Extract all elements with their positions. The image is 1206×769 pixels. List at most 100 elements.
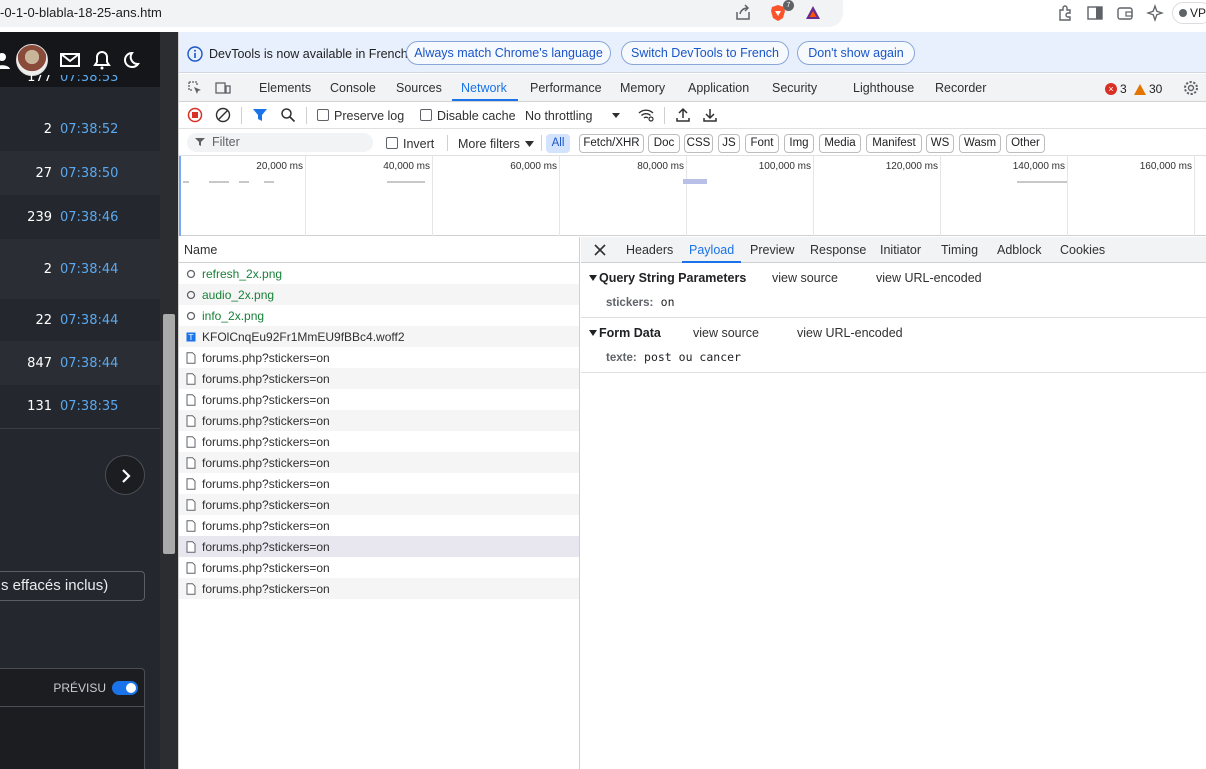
brave-rewards-icon[interactable] bbox=[804, 4, 822, 22]
network-conditions-icon[interactable] bbox=[638, 107, 654, 123]
topic-row[interactable]: 847 07:38:44 bbox=[0, 341, 160, 385]
form-data-toggle[interactable]: Form Data bbox=[589, 326, 661, 340]
tab-response[interactable]: Response bbox=[810, 243, 866, 257]
tab-lighthouse[interactable]: Lighthouse bbox=[853, 81, 914, 95]
avatar[interactable] bbox=[16, 44, 48, 76]
error-counter[interactable]: × 3 bbox=[1105, 82, 1127, 96]
topic-row[interactable]: 27 07:38:50 bbox=[0, 151, 160, 195]
switch-french-button[interactable]: Switch DevTools to French bbox=[621, 41, 789, 65]
filter-input[interactable]: Filter bbox=[187, 133, 373, 152]
query-string-toggle[interactable]: Query String Parameters bbox=[589, 271, 746, 285]
export-har-icon[interactable] bbox=[702, 107, 718, 123]
import-har-icon[interactable] bbox=[675, 107, 691, 123]
scrollbar-thumb[interactable] bbox=[163, 314, 175, 554]
tab-application[interactable]: Application bbox=[688, 81, 749, 95]
request-row[interactable]: audio_2x.png bbox=[179, 284, 579, 305]
tab-performance[interactable]: Performance bbox=[530, 81, 602, 95]
request-row[interactable]: refresh_2x.png bbox=[179, 263, 579, 284]
address-bar[interactable]: -0-1-0-blabla-18-25-ans.htm 7 bbox=[0, 0, 843, 27]
request-row[interactable]: forums.php?stickers=on bbox=[179, 536, 579, 557]
stop-recording-icon[interactable] bbox=[187, 107, 203, 123]
tab-console[interactable]: Console bbox=[330, 81, 376, 95]
tab-payload[interactable]: Payload bbox=[689, 243, 734, 257]
disable-cache-checkbox[interactable] bbox=[420, 109, 432, 121]
filter-img[interactable]: Img bbox=[784, 134, 814, 153]
vpn-button[interactable]: VPN bbox=[1172, 2, 1206, 24]
request-row[interactable]: forums.php?stickers=on bbox=[179, 515, 579, 536]
clear-icon[interactable] bbox=[215, 107, 231, 123]
topic-row[interactable]: 131 07:38:35 bbox=[0, 385, 160, 429]
sidebar-icon[interactable] bbox=[1086, 4, 1104, 22]
extensions-icon[interactable] bbox=[1056, 4, 1074, 22]
tab-adblock[interactable]: Adblock bbox=[997, 243, 1041, 257]
tab-memory[interactable]: Memory bbox=[620, 81, 665, 95]
request-row[interactable]: forums.php?stickers=on bbox=[179, 473, 579, 494]
form-view-url-encoded-link[interactable]: view URL-encoded bbox=[797, 326, 903, 340]
tab-timing[interactable]: Timing bbox=[941, 243, 978, 257]
wallet-icon[interactable] bbox=[1116, 4, 1134, 22]
preserve-log-checkbox[interactable] bbox=[317, 109, 329, 121]
match-language-button[interactable]: Always match Chrome's language bbox=[406, 41, 611, 65]
filter-doc[interactable]: Doc bbox=[648, 134, 680, 153]
tab-preview[interactable]: Preview bbox=[750, 243, 794, 257]
deleted-included-option[interactable]: s effacés inclus) bbox=[0, 571, 145, 601]
page-scrollbar[interactable] bbox=[160, 32, 178, 769]
filter-css[interactable]: CSS bbox=[684, 134, 713, 153]
tab-initiator[interactable]: Initiator bbox=[880, 243, 921, 257]
search-icon[interactable] bbox=[280, 107, 296, 123]
request-row[interactable]: forums.php?stickers=on bbox=[179, 389, 579, 410]
filter-js[interactable]: JS bbox=[718, 134, 740, 153]
request-row[interactable]: info_2x.png bbox=[179, 305, 579, 326]
topic-row[interactable]: 22 07:38:44 bbox=[0, 299, 160, 341]
filter-funnel-icon[interactable] bbox=[252, 107, 268, 123]
notification-bell-icon[interactable] bbox=[92, 50, 112, 70]
filter-fetch-xhr[interactable]: Fetch/XHR bbox=[579, 134, 644, 153]
filter-manifest[interactable]: Manifest bbox=[866, 134, 922, 153]
dark-mode-icon[interactable] bbox=[124, 50, 144, 70]
tab-recorder[interactable]: Recorder bbox=[935, 81, 986, 95]
more-filters-dropdown[interactable]: More filters bbox=[458, 137, 520, 151]
topic-row[interactable]: 177 07:38:53 bbox=[0, 75, 160, 91]
request-row[interactable]: forums.php?stickers=on bbox=[179, 494, 579, 515]
network-overview-timeline[interactable]: 20,000 ms 40,000 ms 60,000 ms 80,000 ms … bbox=[179, 156, 1206, 236]
throttling-select[interactable]: No throttling bbox=[525, 109, 592, 123]
mail-icon[interactable] bbox=[60, 50, 80, 70]
filter-wasm[interactable]: Wasm bbox=[959, 134, 1001, 153]
request-row[interactable]: forums.php?stickers=on bbox=[179, 368, 579, 389]
query-view-url-encoded-link[interactable]: view URL-encoded bbox=[876, 271, 982, 285]
name-column-header[interactable]: Name bbox=[179, 237, 579, 263]
tab-elements[interactable]: Elements bbox=[259, 81, 311, 95]
close-icon[interactable] bbox=[593, 243, 607, 257]
topic-row[interactable]: 239 07:38:46 bbox=[0, 195, 160, 239]
topic-row[interactable]: 2 07:38:44 bbox=[0, 239, 160, 299]
request-row[interactable]: forums.php?stickers=on bbox=[179, 431, 579, 452]
user-icon[interactable] bbox=[0, 50, 12, 70]
gear-icon[interactable] bbox=[1183, 80, 1199, 96]
request-row[interactable]: forums.php?stickers=on bbox=[179, 410, 579, 431]
filter-ws[interactable]: WS bbox=[926, 134, 954, 153]
filter-all[interactable]: All bbox=[546, 134, 570, 153]
preview-toggle[interactable] bbox=[112, 680, 138, 695]
topic-row[interactable]: 2 07:38:52 bbox=[0, 107, 160, 151]
device-toolbar-icon[interactable] bbox=[215, 80, 231, 96]
tab-security[interactable]: Security bbox=[772, 81, 817, 95]
dont-show-again-button[interactable]: Don't show again bbox=[797, 41, 915, 65]
tab-sources[interactable]: Sources bbox=[396, 81, 442, 95]
request-row[interactable]: forums.php?stickers=on bbox=[179, 578, 579, 599]
tab-headers[interactable]: Headers bbox=[626, 243, 673, 257]
request-row[interactable]: forums.php?stickers=on bbox=[179, 347, 579, 368]
invert-checkbox[interactable] bbox=[386, 137, 398, 149]
tab-network[interactable]: Network bbox=[461, 81, 507, 95]
share-icon[interactable] bbox=[734, 4, 752, 22]
request-row[interactable]: T KFOlCnqEu92Fr1MmEU9fBBc4.woff2 bbox=[179, 326, 579, 347]
filter-font[interactable]: Font bbox=[745, 134, 779, 153]
form-view-source-link[interactable]: view source bbox=[693, 326, 759, 340]
next-page-button[interactable] bbox=[105, 455, 145, 495]
request-row[interactable]: forums.php?stickers=on bbox=[179, 557, 579, 578]
request-row[interactable]: forums.php?stickers=on bbox=[179, 452, 579, 473]
leo-ai-icon[interactable] bbox=[1146, 4, 1164, 22]
query-view-source-link[interactable]: view source bbox=[772, 271, 838, 285]
url-text[interactable]: -0-1-0-blabla-18-25-ans.htm bbox=[0, 5, 162, 20]
filter-other[interactable]: Other bbox=[1006, 134, 1045, 153]
tab-cookies[interactable]: Cookies bbox=[1060, 243, 1105, 257]
